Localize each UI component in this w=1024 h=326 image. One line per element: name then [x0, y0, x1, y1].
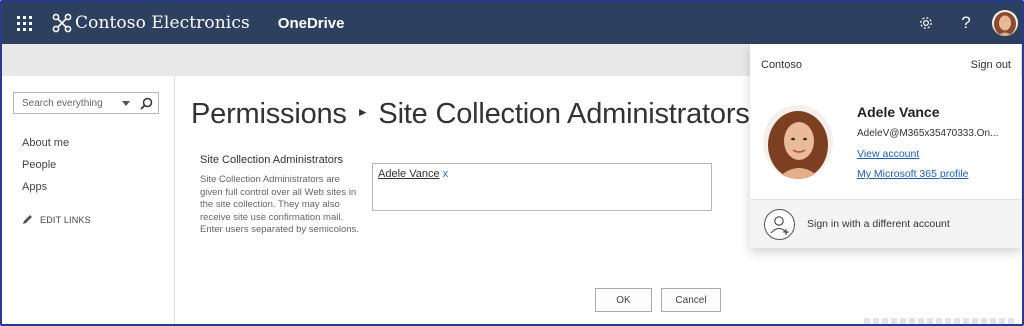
suite-bar: Contoso Electronics OneDrive ?: [2, 2, 1022, 44]
cancel-button[interactable]: Cancel: [661, 288, 721, 312]
brand[interactable]: Contoso Electronics: [52, 13, 250, 33]
app-launcher-icon: [16, 15, 32, 31]
contoso-logo-icon: [52, 13, 72, 33]
breadcrumb-current: Site Collection Administrators: [378, 98, 750, 130]
search-icon: [139, 97, 152, 110]
app-window: Contoso Electronics OneDrive ? Search ev…: [0, 0, 1024, 326]
settings-gear-icon: [920, 17, 932, 29]
brand-name: Contoso Electronics: [75, 13, 250, 33]
edit-links-label: EDIT LINKS: [40, 214, 91, 225]
organization-name: Contoso: [761, 59, 802, 71]
account-user-name: Adele Vance: [857, 104, 940, 120]
ok-button[interactable]: OK: [595, 288, 652, 312]
help-icon: ?: [961, 13, 971, 32]
settings-button[interactable]: [906, 2, 946, 44]
search-scope-dropdown-icon[interactable]: [122, 100, 130, 106]
pencil-icon: [23, 215, 32, 224]
selected-user[interactable]: Adele Vance: [378, 168, 440, 180]
account-avatar-button[interactable]: [992, 10, 1018, 36]
search-button[interactable]: [138, 95, 154, 111]
help-button[interactable]: ?: [946, 2, 986, 44]
search-box[interactable]: Search everything: [13, 92, 159, 114]
user-photo-icon: [763, 105, 833, 179]
account-photo: [763, 105, 833, 179]
remove-user-button[interactable]: x: [443, 168, 449, 180]
section-description: Site Collection Administrators are given…: [200, 174, 359, 235]
decorative-strip: [864, 318, 1014, 324]
people-picker-input[interactable]: Adele Vance x: [372, 163, 712, 211]
switch-account-row[interactable]: Sign in with a different account: [750, 199, 1021, 248]
account-email: AdeleV@M365x35470333.On...: [857, 128, 999, 139]
nav-item-apps[interactable]: Apps: [22, 181, 47, 193]
edit-links-button[interactable]: EDIT LINKS: [22, 214, 91, 225]
account-flyout: Contoso Sign out Adele Vance AdeleV@M365…: [750, 44, 1021, 248]
nav-item-people[interactable]: People: [22, 159, 56, 171]
app-launcher-button[interactable]: [2, 2, 46, 44]
nav-item-about-me[interactable]: About me: [22, 137, 69, 149]
avatar: [992, 10, 1018, 36]
switch-account-label: Sign in with a different account: [807, 218, 950, 230]
section-title: Site Collection Administrators: [200, 154, 344, 166]
app-name[interactable]: OneDrive: [278, 15, 345, 32]
page-title: Permissions ► Site Collection Administrato…: [191, 98, 750, 131]
breadcrumb-parent[interactable]: Permissions: [191, 98, 347, 130]
microsoft-365-profile-link[interactable]: My Microsoft 365 profile: [857, 168, 968, 180]
add-account-icon: [764, 209, 795, 240]
sign-out-link[interactable]: Sign out: [971, 59, 1011, 71]
breadcrumb-arrow-icon: ►: [356, 105, 369, 120]
search-input[interactable]: Search everything: [14, 98, 122, 109]
view-account-link[interactable]: View account: [857, 148, 919, 160]
left-nav: Search everything About me People Apps E…: [2, 76, 175, 324]
